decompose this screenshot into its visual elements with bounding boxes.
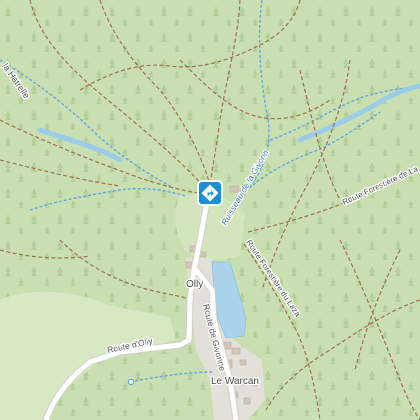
directions-diamond-icon <box>197 180 223 206</box>
label-le-warcan: Le Warcan <box>211 376 259 387</box>
label-olly: Olly <box>186 279 203 290</box>
map-view[interactable]: la Hatrelle Ruisseau de la Givonne Route… <box>0 0 420 420</box>
location-marker[interactable] <box>197 180 223 206</box>
map-canvas[interactable]: la Hatrelle Ruisseau de la Givonne Route… <box>0 0 420 420</box>
spring-point <box>127 378 135 386</box>
